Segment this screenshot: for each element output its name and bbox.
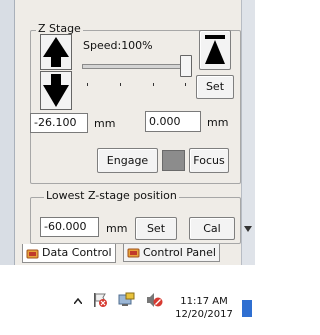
slider-tick	[153, 83, 154, 86]
position-field[interactable]: -26.100	[30, 113, 88, 133]
slider-tick	[87, 83, 88, 86]
cal-button[interactable]: Cal	[189, 217, 235, 240]
speed-slider-track[interactable]	[82, 64, 192, 69]
focus-button[interactable]: Focus	[189, 148, 229, 173]
target-field[interactable]: 0.000	[145, 111, 201, 132]
arrow-down-icon	[43, 74, 69, 107]
data-control-icon	[26, 249, 39, 258]
move-to-top-button[interactable]	[199, 30, 231, 70]
target-unit: mm	[207, 116, 229, 129]
scroll-down-icon[interactable]	[244, 226, 252, 232]
chevron-up-icon[interactable]	[74, 298, 82, 304]
lowest-position-unit: mm	[106, 222, 128, 235]
tab-data-control[interactable]: Data Control	[22, 244, 116, 263]
tab-control-panel-label: Control Panel	[143, 245, 216, 259]
tab-data-control-label: Data Control	[42, 246, 112, 259]
lowest-set-button[interactable]: Set	[135, 217, 177, 240]
slider-tick	[185, 83, 186, 86]
clock-time: 11:17 AM	[180, 296, 228, 307]
volume-muted-icon[interactable]	[146, 292, 164, 308]
speed-slider-thumb[interactable]	[180, 55, 192, 77]
speed-label: Speed:100%	[83, 39, 153, 52]
clock[interactable]: 11:17 AM 12/20/2017	[172, 295, 236, 321]
lowest-position-title: Lowest Z-stage position	[44, 189, 179, 202]
engage-button[interactable]: Engage	[97, 148, 158, 173]
move-to-top-icon	[205, 35, 225, 64]
slider-tick	[120, 83, 121, 86]
jog-up-button[interactable]	[40, 34, 72, 70]
network-icon[interactable]	[118, 292, 136, 308]
flag-icon[interactable]	[92, 292, 108, 308]
clock-date: 12/20/2017	[175, 309, 233, 320]
show-desktop-icon[interactable]	[242, 300, 252, 317]
left-edge	[0, 0, 15, 265]
taskbar: 11:17 AM 12/20/2017	[0, 280, 254, 335]
tab-control-panel[interactable]: Control Panel	[123, 244, 220, 262]
control-panel-icon	[127, 248, 140, 258]
jog-down-button[interactable]	[40, 71, 72, 110]
status-indicator	[162, 150, 185, 171]
lowest-position-field[interactable]: -60.000	[40, 217, 99, 237]
speed-set-button[interactable]: Set	[196, 75, 234, 99]
vertical-scrollbar[interactable]	[241, 0, 255, 265]
arrow-up-icon	[43, 37, 69, 67]
position-unit: mm	[94, 117, 116, 130]
